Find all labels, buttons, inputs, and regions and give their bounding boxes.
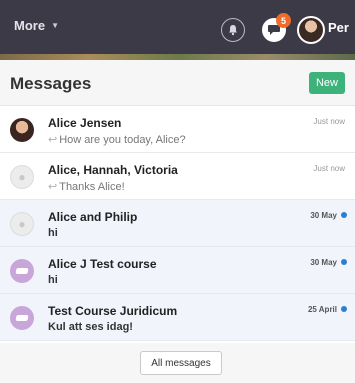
user-name[interactable]: Per (328, 20, 349, 35)
message-item[interactable]: Alice J Test course hi 30 May (0, 247, 355, 294)
course-icon (10, 306, 34, 330)
user-avatar[interactable] (297, 16, 325, 44)
course-icon (10, 259, 34, 283)
message-sender: Alice Jensen (48, 116, 122, 130)
message-preview: ↩ Thanks Alice! (48, 180, 125, 193)
message-timestamp: 25 April (307, 305, 337, 314)
unread-dot-icon (341, 306, 347, 312)
new-message-button[interactable]: New (309, 72, 345, 94)
message-list: Alice Jensen ↩ How are you today, Alice? Ju… (0, 106, 355, 341)
message-preview-text: Thanks Alice! (59, 181, 125, 193)
all-messages-button[interactable]: All messages (140, 351, 222, 375)
unread-dot-icon (341, 212, 347, 218)
message-item[interactable]: ● Alice and Philip hi 30 May (0, 200, 355, 247)
contact-avatar (10, 118, 34, 142)
message-preview-text: hi (48, 274, 58, 286)
message-timestamp: 30 May (310, 258, 337, 267)
message-item[interactable]: Test Course Juridicum Kul att ses idag! 25… (0, 294, 355, 341)
message-timestamp: Just now (313, 164, 345, 173)
message-timestamp: Just now (313, 117, 345, 126)
message-preview: hi (48, 274, 58, 286)
message-preview: hi (48, 227, 58, 239)
bell-icon (229, 25, 237, 36)
message-preview-text: Kul att ses idag! (48, 321, 133, 333)
message-sender: Alice and Philip (48, 210, 138, 224)
group-avatar-icon: ● (10, 212, 34, 236)
messages-panel: Messages New Alice Jensen ↩ How are you to… (0, 60, 355, 383)
message-item[interactable]: Alice Jensen ↩ How are you today, Alice? Ju… (0, 106, 355, 153)
panel-footer: All messages (0, 343, 355, 383)
more-menu-button[interactable]: More ▼ (14, 18, 59, 33)
message-sender: Alice J Test course (48, 257, 157, 271)
reply-arrow-icon: ↩ (48, 134, 58, 146)
message-item[interactable]: ● Alice, Hannah, Victoria ↩ Thanks Alice! Ju… (0, 153, 355, 200)
message-preview-text: How are you today, Alice? (59, 134, 186, 146)
unread-dot-icon (341, 259, 347, 265)
panel-header: Messages New (0, 60, 355, 106)
reply-arrow-icon: ↩ (48, 181, 58, 193)
group-avatar-icon: ● (10, 165, 34, 189)
message-preview: Kul att ses idag! (48, 321, 133, 333)
notifications-button[interactable] (221, 18, 245, 42)
message-count-badge: 5 (276, 13, 291, 28)
message-sender: Alice, Hannah, Victoria (48, 163, 178, 177)
top-navigation-bar: More ▼ 5 Per (0, 0, 355, 54)
message-preview-text: hi (48, 227, 58, 239)
message-timestamp: 30 May (310, 211, 337, 220)
message-sender: Test Course Juridicum (48, 304, 178, 318)
more-label: More (14, 18, 46, 33)
message-preview: ↩ How are you today, Alice? (48, 133, 186, 146)
panel-title: Messages (10, 74, 92, 93)
chevron-down-icon: ▼ (51, 21, 59, 30)
